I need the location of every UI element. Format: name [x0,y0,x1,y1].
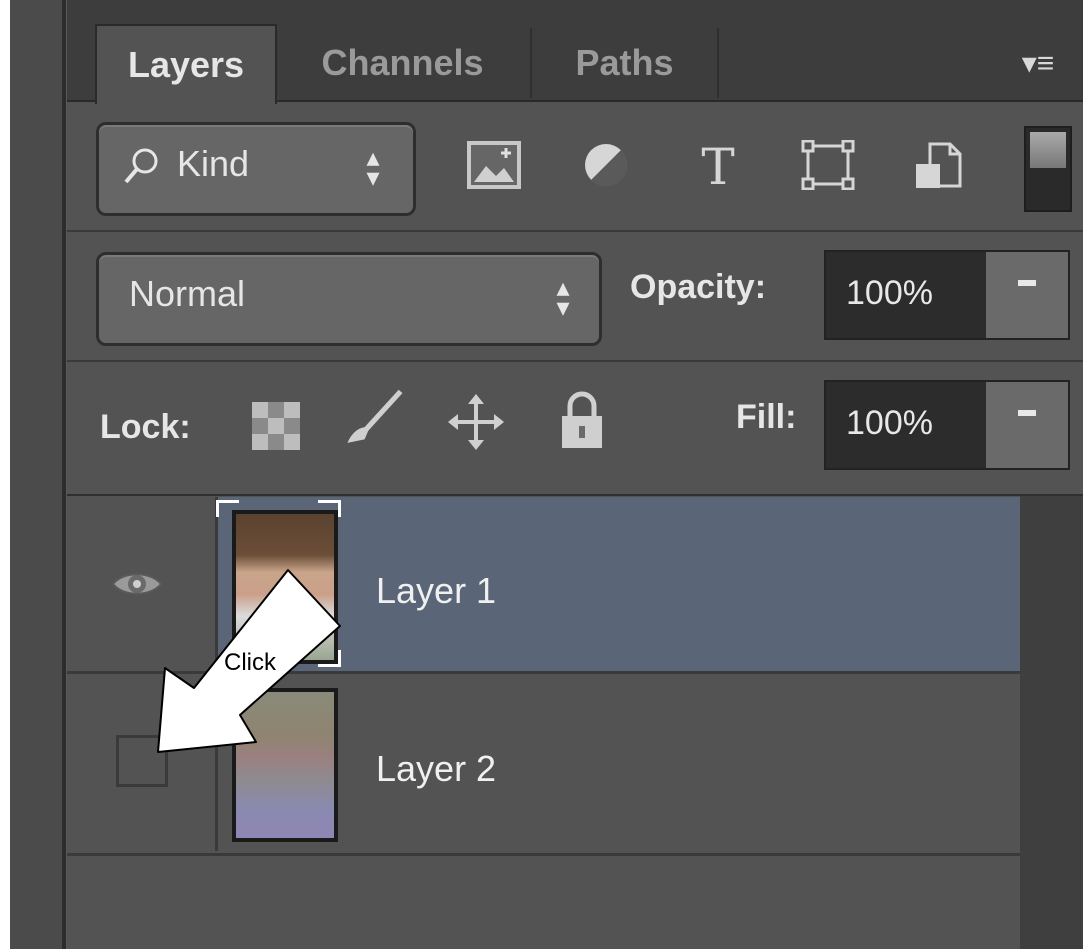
adjustment-layer-filter-icon[interactable] [578,140,634,190]
lock-label: Lock: [100,408,191,446]
tab-paths[interactable]: Paths [532,28,719,98]
visibility-toggle-empty[interactable] [116,735,168,787]
layer-2-name[interactable]: Layer 2 [376,748,496,790]
layer-2-thumbnail[interactable] [232,688,338,842]
eye-icon[interactable] [111,567,163,601]
shape-layer-filter-icon[interactable] [800,140,856,190]
fill-field[interactable]: 100% [824,380,1070,470]
lock-position-icon[interactable] [446,390,506,454]
opacity-value: 100% [846,274,933,312]
filter-toggle-switch[interactable] [1024,126,1072,212]
lock-all-icon[interactable] [552,388,612,452]
panel-menu-icon[interactable]: ▾≡ [1008,44,1068,84]
smart-object-filter-icon[interactable] [910,140,966,190]
layer-1-thumbnail[interactable] [232,510,338,664]
tab-channels[interactable]: Channels [275,28,532,98]
fill-label: Fill: [736,398,797,436]
search-icon [124,148,158,184]
visibility-cell-1[interactable] [67,497,218,673]
select-arrows-icon: ▴ ▾ [556,272,570,322]
select-arrows-icon: ▴ ▾ [366,142,380,192]
selection-corner [318,650,341,667]
layer-divider [67,671,1020,674]
lock-transparent-pixels-icon[interactable] [246,394,306,458]
blend-mode-select[interactable]: Normal ▴ ▾ [96,252,602,346]
layers-scroll-area[interactable] [1020,496,1083,949]
blend-mode-label: Normal [129,273,246,314]
pixel-layer-filter-icon[interactable] [466,140,522,190]
opacity-field[interactable]: 100% [824,250,1070,340]
fill-dropdown-button[interactable] [986,382,1068,468]
type-layer-filter-icon[interactable]: T [690,140,746,190]
opacity-dropdown-button[interactable] [986,252,1068,338]
layer-1-name[interactable]: Layer 1 [376,570,496,612]
tab-layers[interactable]: Layers [95,24,277,104]
filter-kind-label: Kind [177,143,250,184]
layer-divider [67,853,1020,856]
lock-image-pixels-icon[interactable] [344,386,404,450]
svg-text:T: T [701,140,734,190]
left-dock [10,0,62,949]
fill-value: 100% [846,404,933,442]
selection-corner [216,500,239,517]
selection-corner [318,500,341,517]
filter-kind-select[interactable]: Kind ▴ ▾ [96,122,416,216]
opacity-label: Opacity: [630,268,767,306]
